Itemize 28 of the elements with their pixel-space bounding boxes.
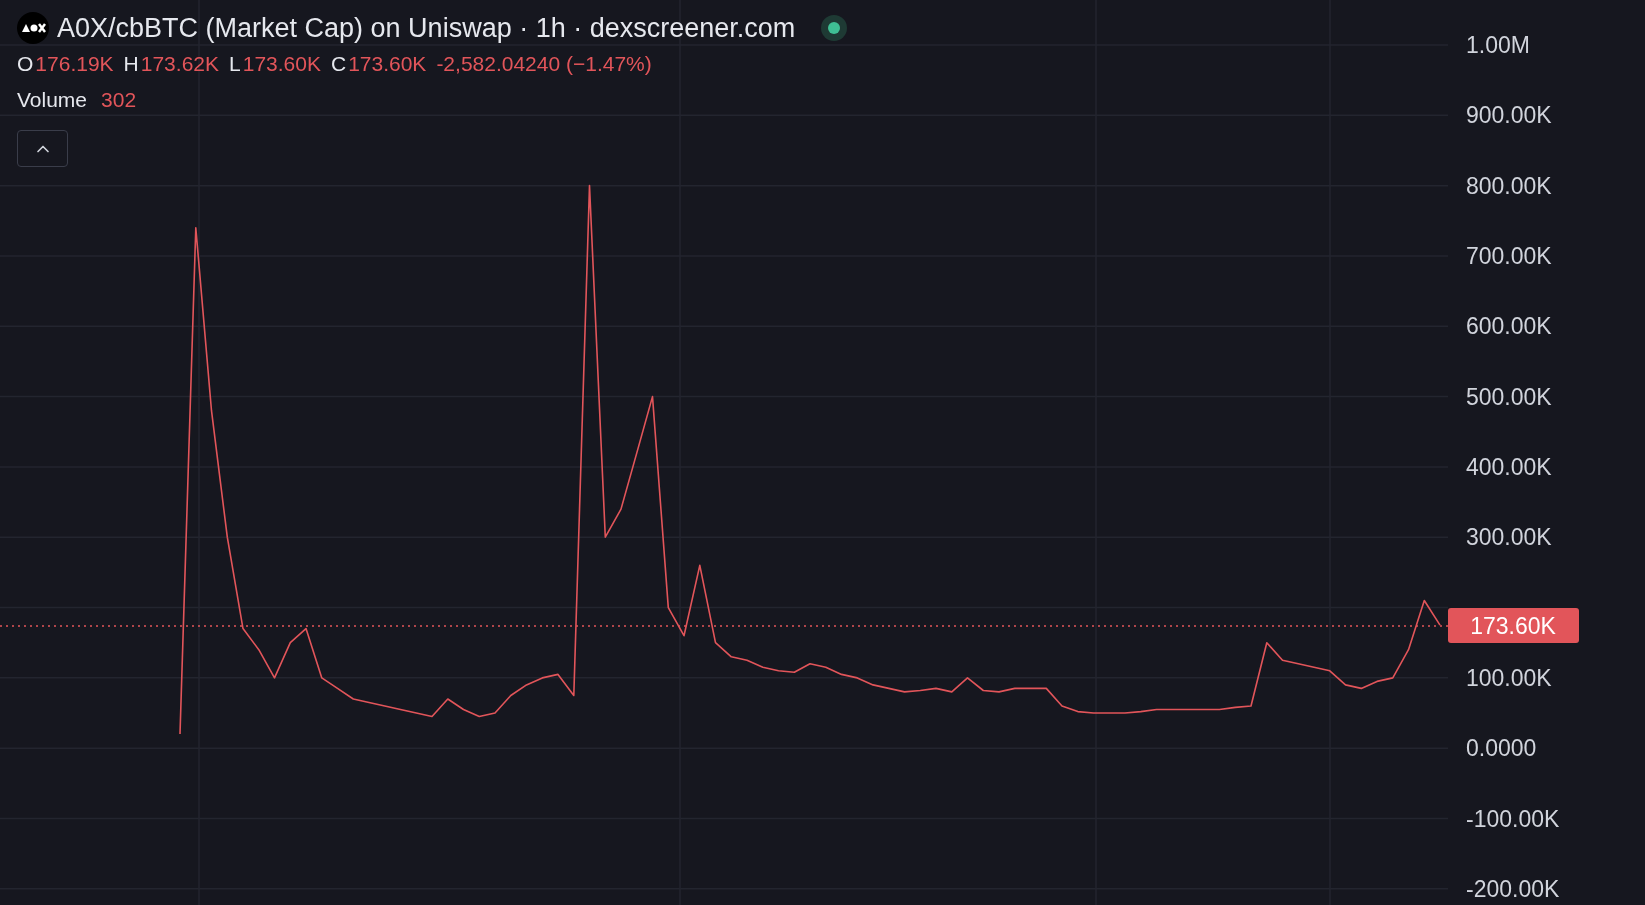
price-tag: 173.60K (1448, 608, 1579, 644)
ohlc-value: 173.60K (348, 51, 427, 78)
ohlc-value: 173.62K (140, 51, 219, 78)
volume-label: Volume (17, 87, 88, 114)
axis-label: 300.00K (1466, 524, 1552, 551)
volume-value: 302 (101, 87, 137, 114)
ohlc-value: 176.19K (35, 51, 114, 78)
axis-label: 500.00K (1466, 383, 1552, 410)
ref-line-label: 173.60K (1470, 613, 1557, 640)
ohlc-label: O (17, 51, 34, 78)
ohlc-label: L (229, 51, 241, 78)
price-change: -2,582.04240 (−1.47%) (436, 51, 652, 78)
chart-title: A0X/cbBTC (Market Cap) on Uniswap · 1h · dexscreener.com (57, 11, 796, 45)
axis-label: 1.00M (1466, 32, 1530, 58)
ohlc-value: 173.60K (242, 51, 321, 78)
ohlc-label: C (330, 51, 347, 78)
axis-label: -100.00K (1466, 805, 1560, 832)
axis-label: -200.00K (1466, 875, 1560, 902)
collapse-button[interactable] (17, 130, 68, 167)
axis-label: 800.00K (1466, 172, 1552, 199)
axis-label: 100.00K (1466, 664, 1552, 691)
logo-icon (17, 12, 49, 44)
axis-label: 600.00K (1466, 313, 1552, 340)
ohlc-label: H (123, 51, 139, 78)
axis-label: 400.00K (1466, 453, 1552, 480)
axis-label: 0.0000 (1466, 735, 1537, 762)
axis-label: 700.00K (1466, 242, 1552, 269)
axis-label: 900.00K (1466, 102, 1552, 129)
